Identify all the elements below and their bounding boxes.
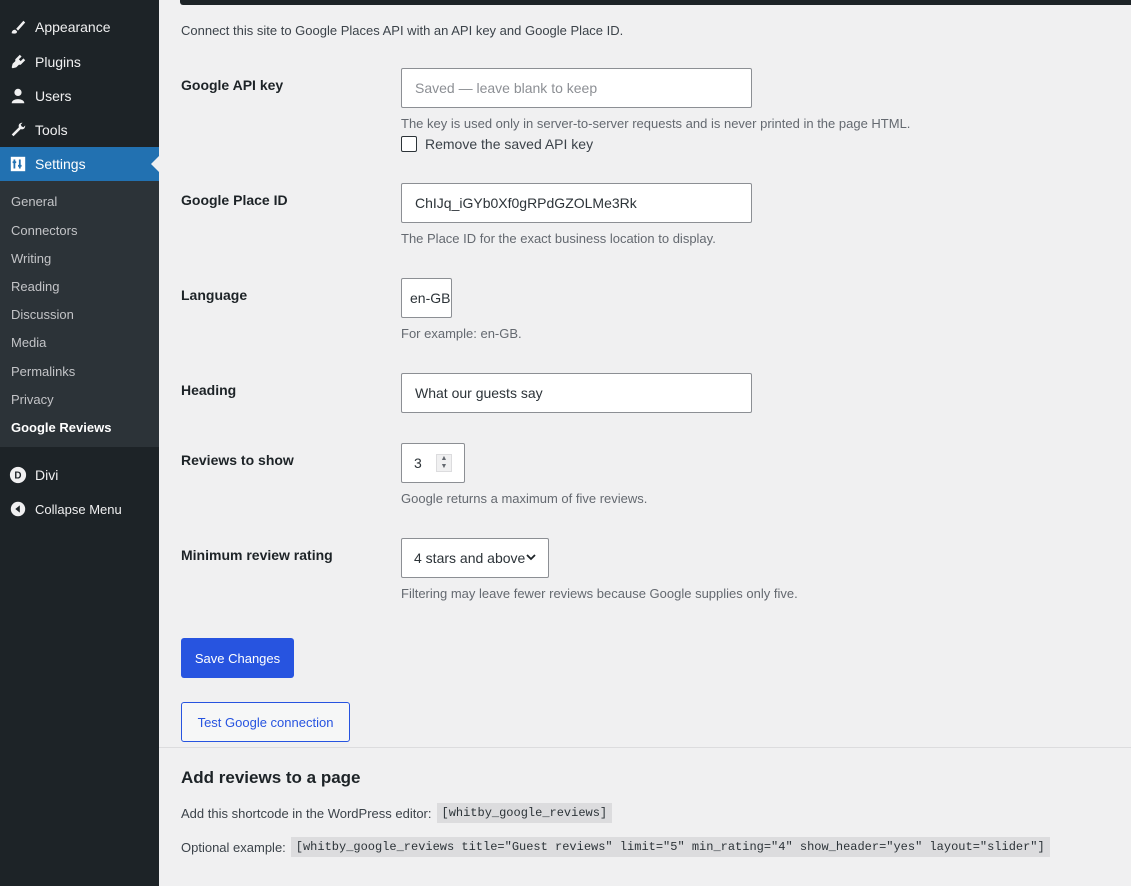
divi-icon: D [8,465,28,485]
rating-select[interactable]: 4 stars and above [401,538,549,578]
menu-label: Settings [35,156,86,172]
menu-label: Appearance [35,19,111,35]
rating-value: 4 stars and above [414,550,526,566]
submenu-privacy[interactable]: Privacy [11,392,54,407]
divider [159,747,1131,748]
api-key-label: Google API key [181,77,284,93]
remove-key-label[interactable]: Remove the saved API key [425,136,593,152]
submenu-writing[interactable]: Writing [11,251,51,266]
wrench-icon [8,120,28,140]
place-id-input[interactable]: ChIJq_iGYb0Xf0gRPdGZOLMe3Rk [401,183,752,223]
svg-text:D: D [14,471,21,482]
rating-desc: Filtering may leave fewer reviews becaus… [401,586,798,601]
collapse-arrow-icon [8,499,28,519]
menu-users[interactable]: Users [0,79,159,113]
reviews-value: 3 [414,455,422,471]
place-id-desc: The Place ID for the exact business loca… [401,231,716,246]
intro-text: Connect this site to Google Places API w… [181,23,624,38]
rating-label: Minimum review rating [181,547,333,563]
stepper-arrows-icon[interactable]: ▲ ▼ [436,454,452,472]
submenu-connectors[interactable]: Connectors [11,223,77,238]
menu-label: Collapse Menu [35,501,122,517]
submenu-google-reviews[interactable]: Google Reviews [11,420,111,435]
shortcode-label-1: Add this shortcode in the WordPress edit… [181,805,432,821]
settings-icon [8,154,28,174]
test-connection-button[interactable]: Test Google connection [181,702,350,742]
heading-label: Heading [181,382,237,398]
shortcode-code-2: [whitby_google_reviews title="Guest revi… [290,837,1050,857]
save-changes-button[interactable]: Save Changes [181,638,294,678]
api-key-input[interactable]: Saved — leave blank to keep [401,68,752,108]
admin-sidebar: Appearance Plugins Users Tools Settings … [0,0,159,886]
user-icon [8,86,28,106]
menu-label: Tools [35,122,68,138]
menu-divi[interactable]: D Divi [0,458,159,492]
menu-label: Plugins [35,54,81,70]
language-input[interactable]: en-GB [401,278,452,318]
menu-plugins[interactable]: Plugins [0,45,159,79]
language-label: Language [181,287,248,303]
paintbrush-icon [8,17,28,37]
remove-key-checkbox[interactable] [401,136,417,152]
shortcode-line-2: Optional example: [whitby_google_reviews… [181,837,1050,857]
menu-settings[interactable]: Settings [0,147,159,181]
settings-submenu: General Connectors Writing Reading Discu… [0,181,159,447]
menu-appearance[interactable]: Appearance [0,10,159,44]
language-desc: For example: en-GB. [401,326,522,341]
submenu-general[interactable]: General [11,194,57,209]
shortcode-line-1: Add this shortcode in the WordPress edit… [181,803,613,823]
plugin-icon [8,52,28,72]
reviews-desc: Google returns a maximum of five reviews… [401,491,648,506]
top-strip [180,0,1131,5]
reviews-stepper[interactable]: 3 ▲ ▼ [401,443,465,483]
submenu-permalinks[interactable]: Permalinks [11,364,75,379]
menu-tools[interactable]: Tools [0,113,159,147]
shortcode-label-2: Optional example: [181,839,286,855]
shortcode-code-1: [whitby_google_reviews] [436,803,613,823]
submenu-discussion[interactable]: Discussion [11,307,74,322]
place-id-label: Google Place ID [181,192,288,208]
menu-label: Users [35,88,72,104]
submenu-reading[interactable]: Reading [11,279,59,294]
shortcode-section-title: Add reviews to a page [181,768,361,787]
reviews-label: Reviews to show [181,452,294,468]
submenu-media[interactable]: Media [11,335,46,350]
heading-input[interactable]: What our guests say [401,373,752,413]
collapse-menu-button[interactable]: Collapse Menu [0,492,159,526]
api-key-desc: The key is used only in server-to-server… [401,116,911,131]
remove-key-row: Remove the saved API key [401,136,593,152]
menu-label: Divi [35,467,59,483]
chevron-down-icon [525,550,537,566]
